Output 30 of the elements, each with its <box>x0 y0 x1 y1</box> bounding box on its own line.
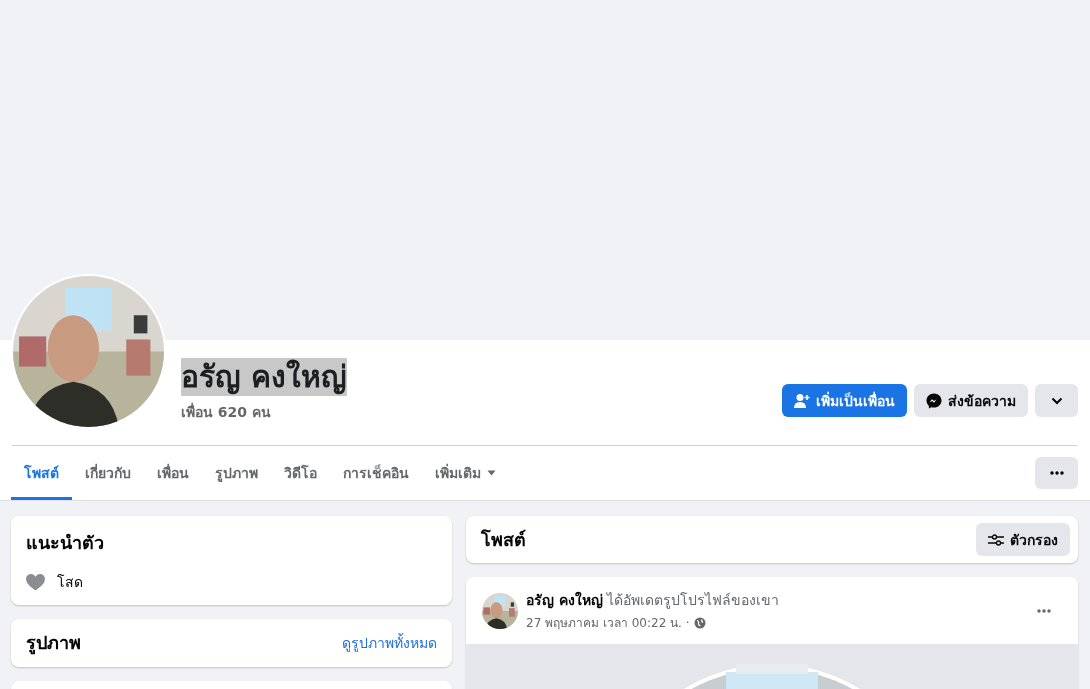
caret-icon <box>487 470 496 476</box>
filter-icon <box>988 533 1004 546</box>
tab[interactable]: การเช็คอิน <box>330 446 422 500</box>
tab[interactable]: วิดีโอ <box>271 446 330 500</box>
add-friend-icon <box>794 392 810 409</box>
tab[interactable]: โพสต์ <box>11 446 72 500</box>
more-icon <box>1037 608 1051 613</box>
message-button[interactable]: ส่งข้อความ <box>914 384 1028 417</box>
globe-icon <box>693 616 706 629</box>
heart-icon <box>26 573 45 591</box>
post-time[interactable]: 27 พฤษภาคม เวลา 00:22 น. · <box>526 613 690 632</box>
tab[interactable]: เพิ่มเติม <box>422 446 509 500</box>
card-title: โพสต์ <box>481 528 526 552</box>
friend-count[interactable]: เพื่อน 620 คน <box>181 401 271 423</box>
add-friend-button[interactable]: เพิ่มเป็นเพื่อน <box>782 384 907 417</box>
intro-text: โสด <box>57 573 83 592</box>
more-button[interactable] <box>1035 457 1078 489</box>
more-icon <box>1049 471 1064 475</box>
card-title: แนะนำตัว <box>26 531 105 555</box>
filter-button[interactable]: ตัวกรอง <box>976 523 1070 556</box>
avatar[interactable] <box>482 592 518 629</box>
tab[interactable]: รูปภาพ <box>202 446 271 500</box>
chevron-down-icon <box>1050 396 1063 405</box>
card-title: รูปภาพ <box>26 631 81 657</box>
profile-name: อรัญ คงใหญ่ <box>181 358 348 396</box>
tab[interactable]: เกี่ยวกับ <box>72 446 144 500</box>
messenger-icon <box>926 392 942 409</box>
tab[interactable]: เพื่อน <box>144 446 202 500</box>
see-all-photos-link[interactable]: ดูรูปภาพทั้งหมด <box>342 631 437 654</box>
post-headline: อรัญ คงใหญ่ ได้อัพเดตรูปโปรไฟล์ของเขา <box>526 590 781 611</box>
